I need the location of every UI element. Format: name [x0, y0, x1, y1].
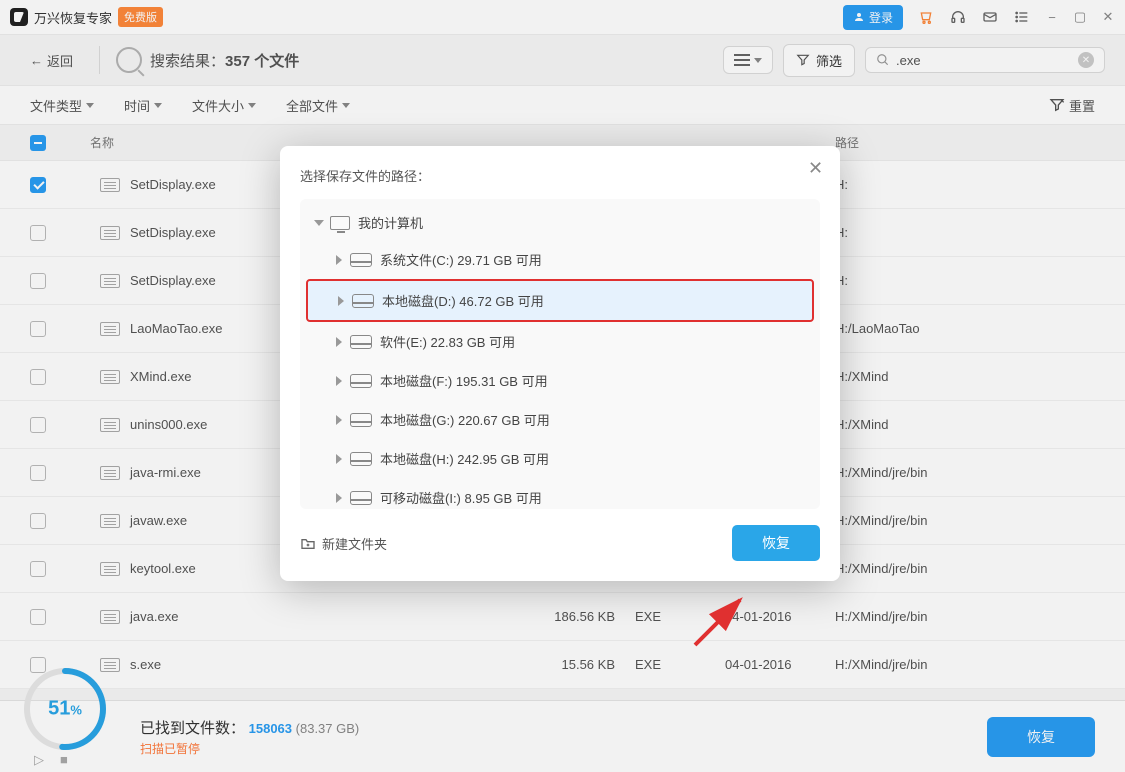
drive-item[interactable]: 本地磁盘(D:) 46.72 GB 可用 [306, 279, 814, 322]
chevron-right-icon [336, 415, 342, 425]
drive-label: 系统文件(C:) 29.71 GB 可用 [380, 250, 542, 269]
tree-root-label: 我的计算机 [358, 213, 423, 232]
save-path-modal: ✕ 选择保存文件的路径： 我的计算机 系统文件(C:) 29.71 GB 可用 … [280, 146, 840, 581]
chevron-down-icon [314, 220, 324, 226]
chevron-right-icon [336, 493, 342, 503]
drive-icon [350, 413, 372, 427]
new-folder-label: 新建文件夹 [322, 534, 387, 553]
drive-tree: 我的计算机 系统文件(C:) 29.71 GB 可用 本地磁盘(D:) 46.7… [300, 199, 820, 509]
drive-icon [350, 491, 372, 505]
chevron-right-icon [336, 454, 342, 464]
modal-recover-button[interactable]: 恢复 [732, 525, 820, 561]
folder-plus-icon [300, 536, 316, 550]
drive-icon [350, 335, 372, 349]
drive-icon [350, 452, 372, 466]
drive-icon [350, 253, 372, 267]
chevron-right-icon [338, 296, 344, 306]
chevron-right-icon [336, 337, 342, 347]
new-folder-button[interactable]: 新建文件夹 [300, 534, 387, 553]
drive-label: 软件(E:) 22.83 GB 可用 [380, 332, 515, 351]
drive-item[interactable]: 本地磁盘(F:) 195.31 GB 可用 [306, 361, 814, 400]
drive-item[interactable]: 系统文件(C:) 29.71 GB 可用 [306, 240, 814, 279]
drive-label: 本地磁盘(F:) 195.31 GB 可用 [380, 371, 548, 390]
drive-item[interactable]: 可移动磁盘(I:) 8.95 GB 可用 [306, 478, 814, 509]
chevron-right-icon [336, 376, 342, 386]
drive-item[interactable]: 软件(E:) 22.83 GB 可用 [306, 322, 814, 361]
tree-root[interactable]: 我的计算机 [306, 205, 814, 240]
drive-label: 可移动磁盘(I:) 8.95 GB 可用 [380, 488, 542, 507]
modal-close-button[interactable]: ✕ [808, 158, 826, 176]
drive-icon [350, 374, 372, 388]
drive-item[interactable]: 本地磁盘(H:) 242.95 GB 可用 [306, 439, 814, 478]
drive-item[interactable]: 本地磁盘(G:) 220.67 GB 可用 [306, 400, 814, 439]
drive-label: 本地磁盘(D:) 46.72 GB 可用 [382, 291, 544, 310]
modal-title: 选择保存文件的路径： [300, 166, 820, 185]
drive-label: 本地磁盘(G:) 220.67 GB 可用 [380, 410, 550, 429]
computer-icon [330, 216, 350, 230]
chevron-right-icon [336, 255, 342, 265]
drive-icon [352, 294, 374, 308]
drive-label: 本地磁盘(H:) 242.95 GB 可用 [380, 449, 549, 468]
